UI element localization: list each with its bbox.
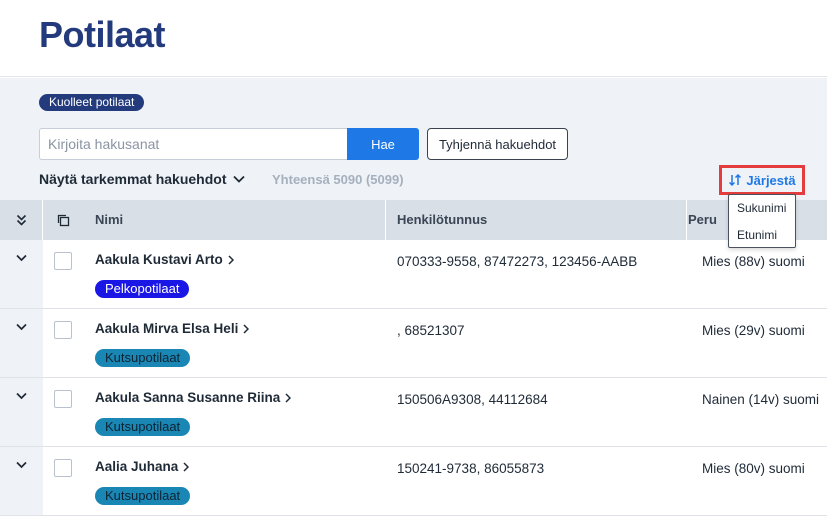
patient-name-link[interactable]: Aalia Juhana <box>95 459 190 474</box>
column-header-ssn[interactable]: Henkilötunnus <box>397 200 487 240</box>
clear-filters-button[interactable]: Tyhjennä hakuehdot <box>427 128 568 160</box>
sort-button[interactable]: Järjestä <box>719 165 805 195</box>
chevron-down-icon <box>232 175 245 183</box>
expand-all-toggle[interactable] <box>0 200 43 240</box>
deceased-patients-chip[interactable]: Kuolleet potilaat <box>39 94 145 111</box>
page-title: Potilaat <box>39 14 166 55</box>
patient-basic-info: Mies (88v) suomi <box>702 254 805 269</box>
patient-basic-info: Mies (80v) suomi <box>702 461 805 476</box>
row-expand-toggle[interactable] <box>0 378 43 446</box>
patient-name-link[interactable]: Aakula Kustavi Arto <box>95 252 234 267</box>
patient-name: Aakula Sanna Susanne Riina <box>95 390 281 405</box>
search-input[interactable] <box>39 128 348 160</box>
patient-group-badge: Kutsupotilaat <box>95 418 191 436</box>
copy-icon <box>57 214 69 226</box>
double-chevron-down-icon <box>16 214 26 226</box>
patient-list: Aakula Kustavi Arto Pelkopotilaat 070333… <box>0 240 827 516</box>
column-header-basic-info[interactable]: Peru <box>688 200 717 240</box>
search-filter-panel: Kuolleet potilaat Hae Tyhjennä hakuehdot… <box>0 78 827 200</box>
column-header-name[interactable]: Nimi <box>95 200 123 240</box>
row-checkbox[interactable] <box>54 459 72 477</box>
patient-name: Aalia Juhana <box>95 459 179 474</box>
patient-name: Aakula Kustavi Arto <box>95 252 223 267</box>
row-checkbox[interactable] <box>54 252 72 270</box>
patient-name: Aakula Mirva Elsa Heli <box>95 321 239 336</box>
patient-group-badge: Kutsupotilaat <box>95 487 191 505</box>
patient-basic-info: Nainen (14v) suomi <box>702 392 820 407</box>
sort-button-label: Järjestä <box>746 172 796 188</box>
chevron-right-icon <box>228 254 234 265</box>
patient-ssn: 150506A9308, 44112684 <box>397 392 548 407</box>
table-row: Aalia Juhana Kutsupotilaat 150241-9738, … <box>0 447 827 516</box>
patient-name-link[interactable]: Aakula Mirva Elsa Heli <box>95 321 250 336</box>
patient-basic-info: Mies (29v) suomi <box>702 323 805 338</box>
sort-dropdown-menu: Sukunimi Etunimi <box>728 194 796 248</box>
chevron-down-icon <box>16 254 27 262</box>
chevron-right-icon <box>285 392 292 403</box>
chevron-right-icon <box>183 461 190 472</box>
row-expand-toggle[interactable] <box>0 447 43 515</box>
row-expand-toggle[interactable] <box>0 309 43 377</box>
table-row: Aakula Sanna Susanne Riina Kutsupotilaat… <box>0 378 827 447</box>
column-divider <box>385 200 386 240</box>
row-checkbox[interactable] <box>54 321 72 339</box>
chevron-down-icon <box>16 323 27 331</box>
patient-ssn: 150241-9738, 86055873 <box>397 461 545 476</box>
patient-group-badge: Pelkopotilaat <box>95 280 190 298</box>
row-checkbox[interactable] <box>54 390 72 408</box>
chevron-right-icon <box>243 323 250 334</box>
sort-option-first-name[interactable]: Etunimi <box>737 228 777 242</box>
chevron-down-icon <box>16 392 27 400</box>
table-header: Nimi Henkilötunnus Peru <box>0 200 827 240</box>
advanced-search-label: Näytä tarkemmat hakuehdot <box>39 171 227 187</box>
select-all-toggle[interactable] <box>43 200 83 240</box>
patient-name-link[interactable]: Aakula Sanna Susanne Riina <box>95 390 292 405</box>
total-count: Yhteensä 5090 (5099) <box>272 172 404 187</box>
column-divider <box>686 200 687 240</box>
patient-ssn: , 68521307 <box>397 323 465 338</box>
patient-group-badge: Kutsupotilaat <box>95 349 191 367</box>
sort-arrows-icon <box>729 173 742 187</box>
advanced-search-toggle[interactable]: Näytä tarkemmat hakuehdot <box>39 171 245 187</box>
search-button[interactable]: Hae <box>347 128 419 160</box>
table-row: Aakula Kustavi Arto Pelkopotilaat 070333… <box>0 240 827 309</box>
patient-ssn: 070333-9558, 87472273, 123456-AABB <box>397 254 638 269</box>
sort-option-last-name[interactable]: Sukunimi <box>737 201 786 215</box>
table-row: Aakula Mirva Elsa Heli Kutsupotilaat , 6… <box>0 309 827 378</box>
page-header: Potilaat <box>0 0 827 77</box>
chevron-down-icon <box>16 461 27 469</box>
row-expand-toggle[interactable] <box>0 240 43 308</box>
